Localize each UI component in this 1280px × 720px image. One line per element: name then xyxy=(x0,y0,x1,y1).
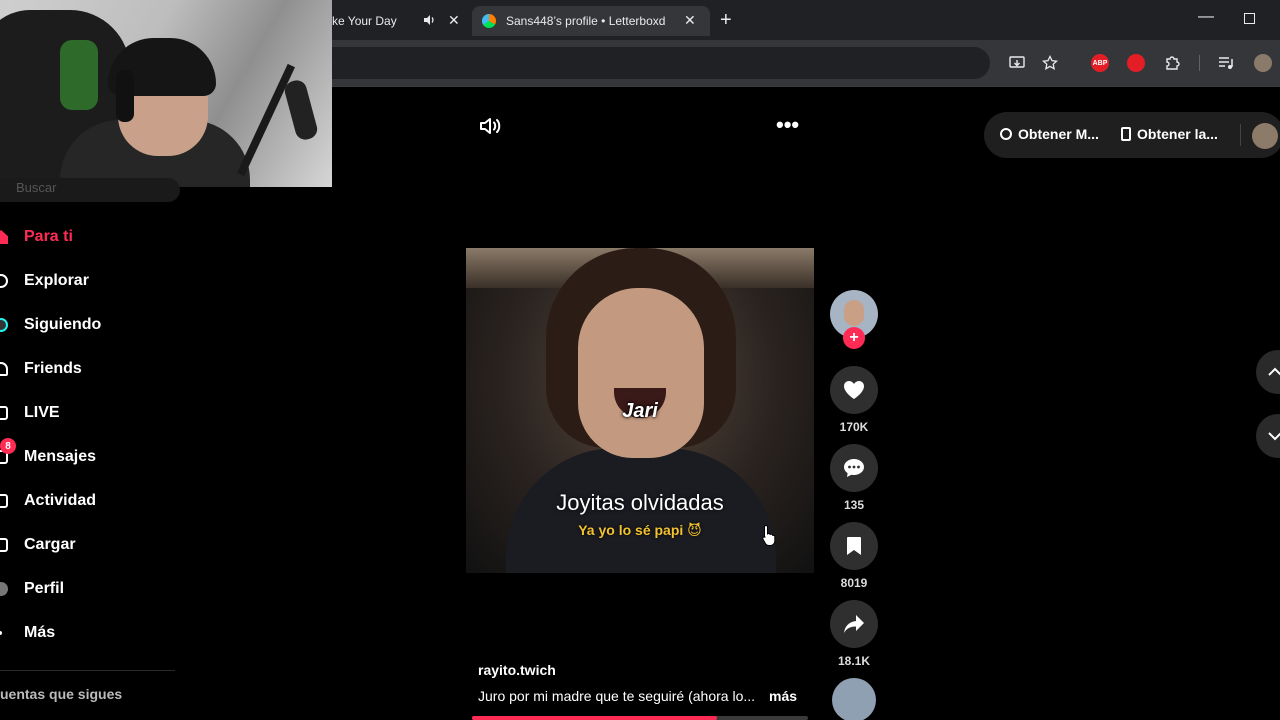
bookmark-icon xyxy=(847,537,861,555)
sidebar-item-label: Siguiendo xyxy=(24,316,102,333)
chair-accent xyxy=(60,40,98,110)
messages-badge: 8 xyxy=(0,438,16,454)
toolbar-separator xyxy=(1199,55,1200,71)
address-bar[interactable] xyxy=(300,47,990,79)
previous-video-button[interactable] xyxy=(1256,350,1280,394)
tiktok-coin-icon xyxy=(1000,128,1012,140)
get-app-button[interactable]: Obtener la... xyxy=(1121,126,1218,142)
description-more-link[interactable]: más xyxy=(769,688,797,704)
tab-audio-icon[interactable] xyxy=(422,13,436,27)
following-accounts-title: uentas que sigues xyxy=(0,686,123,702)
video-description: Juro por mi madre que te seguiré (ahora … xyxy=(478,688,756,704)
pill-separator xyxy=(1240,124,1241,146)
sidebar-item-label: LIVE xyxy=(24,404,60,421)
following-icon xyxy=(0,318,8,332)
tab-title: ke Your Day xyxy=(332,14,397,28)
sidebar-divider xyxy=(0,670,175,671)
home-icon xyxy=(0,230,8,244)
sidebar-item-label: Perfil xyxy=(24,580,65,597)
tab-title: Sans448’s profile • Letterboxd xyxy=(506,14,666,28)
video-person-face xyxy=(578,288,704,458)
sidebar-item-label: Cargar xyxy=(24,536,76,553)
saves-count: 8019 xyxy=(840,576,868,590)
video-username[interactable]: rayito.twich xyxy=(478,662,556,678)
webcam-overlay xyxy=(0,0,332,187)
browser-tab-2[interactable]: Sans448’s profile • Letterboxd ✕ xyxy=(472,6,710,36)
comment-icon xyxy=(844,459,864,477)
chevron-up-icon xyxy=(1268,367,1280,376)
video-caption-name: Jari xyxy=(622,400,658,422)
bookmark-star-icon[interactable] xyxy=(1041,54,1059,72)
live-icon xyxy=(0,406,8,420)
compass-icon xyxy=(0,274,8,288)
adblock-extension-icon[interactable]: ABP xyxy=(1091,54,1109,72)
microphone-arm xyxy=(237,63,295,177)
follow-button[interactable]: + xyxy=(843,327,865,349)
next-video-creator-avatar[interactable] xyxy=(832,678,876,720)
headset xyxy=(116,70,134,122)
more-icon xyxy=(0,631,2,635)
share-button[interactable] xyxy=(830,600,878,648)
video-progress-bar[interactable] xyxy=(472,716,808,720)
sidebar-item-label: Para ti xyxy=(24,228,73,245)
comments-count: 135 xyxy=(843,498,865,512)
search-placeholder: Buscar xyxy=(16,180,57,195)
profile-avatar xyxy=(0,582,8,596)
phone-icon xyxy=(1121,127,1131,141)
tab-close-icon[interactable]: ✕ xyxy=(448,12,460,29)
likes-count: 170K xyxy=(839,420,869,434)
video-progress-fill xyxy=(472,716,718,720)
extensions-puzzle-icon[interactable] xyxy=(1163,54,1181,72)
volume-button[interactable] xyxy=(478,114,502,138)
browser-tab-1[interactable]: ke Your Day ✕ xyxy=(332,6,468,36)
window-restore-button[interactable] xyxy=(1244,13,1255,24)
extension-red-icon[interactable] xyxy=(1127,54,1145,72)
user-avatar[interactable] xyxy=(1252,123,1278,149)
shares-count: 18.1K xyxy=(837,654,871,668)
tab-close-icon[interactable]: ✕ xyxy=(684,12,696,29)
chevron-down-icon xyxy=(1268,432,1280,441)
get-app-label: Obtener la... xyxy=(1137,126,1218,142)
sidebar-item-label: Mensajes xyxy=(24,448,97,465)
window-minimize-button[interactable]: — xyxy=(1198,8,1214,26)
comment-button[interactable] xyxy=(830,444,878,492)
upload-icon xyxy=(0,538,8,552)
letterboxd-favicon-icon xyxy=(482,14,496,28)
media-controls-icon[interactable] xyxy=(1217,54,1235,72)
sidebar-item-label: Actividad xyxy=(24,492,97,509)
get-coins-button[interactable]: Obtener M... xyxy=(1000,126,1099,142)
activity-icon xyxy=(0,494,8,508)
next-video-button[interactable] xyxy=(1256,414,1280,458)
page: ke Your Day ✕ Sans448’s profile • Letter… xyxy=(0,0,1280,720)
sidebar-item-label: Más xyxy=(24,624,56,641)
sidebar-item-label: Explorar xyxy=(24,272,89,289)
friends-icon xyxy=(0,362,8,376)
microphone xyxy=(282,78,320,142)
heart-icon xyxy=(844,381,864,399)
browser-profile-avatar[interactable] xyxy=(1254,54,1272,72)
sidebar-item-label: Friends xyxy=(24,360,82,377)
video-caption-title: Joyitas olvidadas xyxy=(556,490,724,515)
get-coins-label: Obtener M... xyxy=(1018,126,1099,142)
mouse-cursor-icon xyxy=(762,524,776,546)
install-app-icon[interactable] xyxy=(1008,54,1026,72)
new-tab-button[interactable]: + xyxy=(720,9,732,32)
like-button[interactable] xyxy=(830,366,878,414)
volume-icon xyxy=(480,118,501,134)
save-button[interactable] xyxy=(830,522,878,570)
share-icon xyxy=(844,615,864,633)
more-options-button[interactable]: ••• xyxy=(776,112,799,138)
search-input[interactable]: Buscar xyxy=(0,178,180,202)
